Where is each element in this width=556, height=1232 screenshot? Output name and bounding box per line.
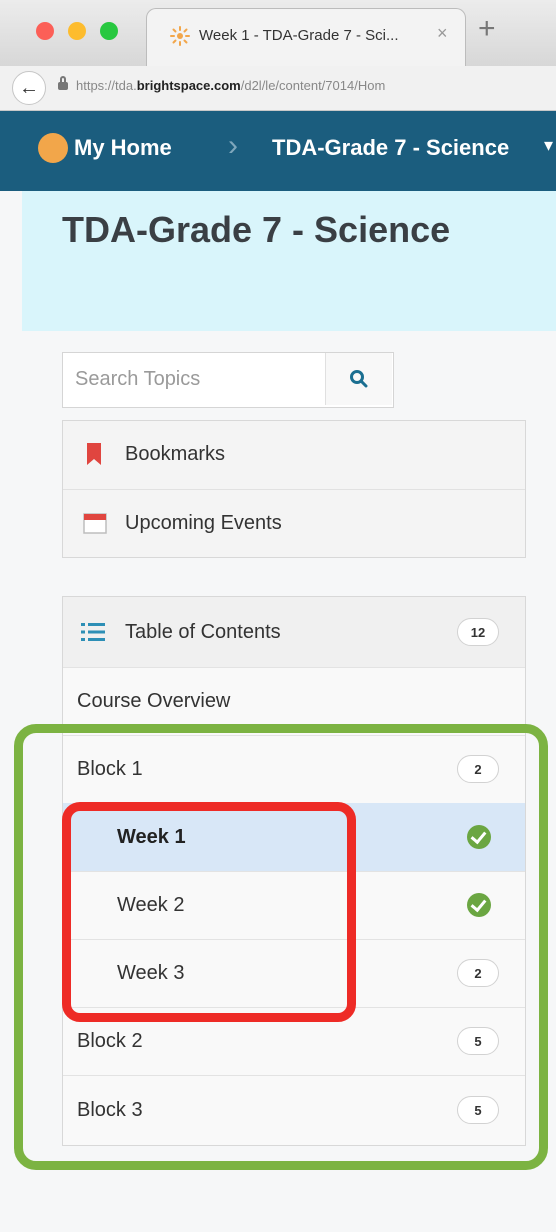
minimize-window-button[interactable] (68, 22, 86, 40)
course-banner: TDA-Grade 7 - Science (22, 191, 556, 331)
check-circle-icon (467, 893, 491, 917)
chevron-down-icon[interactable]: ▾ (544, 135, 553, 156)
url-prefix: https://tda. (76, 78, 137, 93)
course-navbar: My Home › TDA-Grade 7 - Science ▾ (0, 111, 556, 191)
table-of-contents-panel: Table of Contents 12 Course Overview Blo… (62, 596, 526, 1146)
tools-panel: Bookmarks Upcoming Events (62, 420, 526, 558)
toc-count-badge: 12 (457, 618, 499, 646)
home-logo-icon[interactable] (38, 133, 68, 163)
tab-title: Week 1 - TDA-Grade 7 - Sci... (199, 27, 399, 44)
brightspace-favicon-icon (170, 26, 190, 46)
course-selector[interactable]: TDA-Grade 7 - Science (272, 135, 509, 161)
toc-item-course-overview[interactable]: Course Overview (63, 667, 525, 736)
new-tab-button[interactable]: + (478, 14, 496, 44)
close-window-button[interactable] (36, 22, 54, 40)
toc-item-label: Week 1 (117, 826, 186, 848)
toc-item-block-3[interactable]: Block 3 5 (63, 1075, 525, 1145)
toc-item-week-1[interactable]: Week 1 (63, 803, 525, 872)
toc-item-label: Course Overview (77, 690, 231, 712)
page-title: TDA-Grade 7 - Science (62, 209, 451, 250)
toc-item-label: Block 3 (77, 1099, 143, 1121)
search-topics (62, 352, 394, 408)
check-circle-icon (467, 825, 491, 849)
url-host: brightspace.com (136, 78, 241, 93)
back-button[interactable]: ← (12, 71, 46, 105)
upcoming-events-label: Upcoming Events (125, 512, 282, 534)
browser-tab[interactable]: Week 1 - TDA-Grade 7 - Sci... × (146, 8, 466, 67)
search-button[interactable] (325, 353, 392, 405)
toc-item-block-2[interactable]: Block 2 5 (63, 1007, 525, 1076)
breadcrumb-chevron-icon: › (228, 129, 238, 162)
calendar-icon (83, 513, 107, 534)
browser-tab-bar: Week 1 - TDA-Grade 7 - Sci... × + (0, 0, 556, 67)
tab-close-icon[interactable]: × (437, 23, 448, 44)
count-badge: 2 (457, 755, 499, 783)
toc-item-block-1[interactable]: Block 1 2 (63, 735, 525, 804)
bookmarks-item[interactable]: Bookmarks (63, 421, 525, 490)
toc-item-week-2[interactable]: Week 2 (63, 871, 525, 940)
my-home-link[interactable]: My Home (74, 135, 172, 161)
toc-item-label: Block 1 (77, 758, 143, 780)
toc-item-label: Week 3 (117, 962, 185, 984)
toc-item-label: Week 2 (117, 894, 185, 916)
url-path: /d2l/le/content/7014/Hom (240, 78, 386, 93)
toc-item-week-3[interactable]: Week 3 2 (63, 939, 525, 1008)
list-icon (81, 623, 105, 641)
bookmark-icon (87, 443, 101, 465)
zoom-window-button[interactable] (100, 22, 118, 40)
address-bar: ← https://tda.brightspace.com/d2l/le/con… (0, 66, 556, 111)
toc-header[interactable]: Table of Contents 12 (63, 597, 525, 668)
upcoming-events-item[interactable]: Upcoming Events (63, 490, 525, 558)
search-icon (350, 370, 368, 388)
search-input[interactable] (63, 353, 323, 405)
toc-header-label: Table of Contents (125, 621, 281, 643)
url-text[interactable]: https://tda.brightspace.com/d2l/le/conte… (76, 78, 385, 93)
lock-icon (58, 76, 68, 90)
count-badge: 5 (457, 1096, 499, 1124)
toc-item-label: Block 2 (77, 1030, 143, 1052)
count-badge: 5 (457, 1027, 499, 1055)
count-badge: 2 (457, 959, 499, 987)
bookmarks-label: Bookmarks (125, 443, 226, 465)
